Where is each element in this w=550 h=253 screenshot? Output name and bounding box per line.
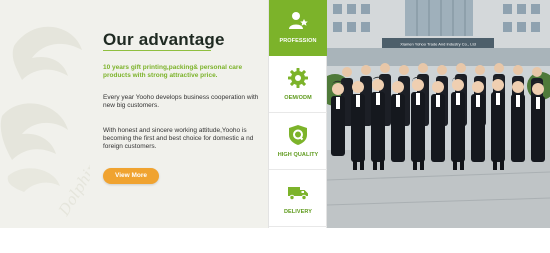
advantage-item-profession[interactable]: PROFESSION [269,0,333,56]
team-photo: Xiamen Yohoo Trade And Industry Co., Ltd [327,0,550,228]
advantage-item-delivery[interactable]: DELIVERY [269,171,327,227]
paragraph-attitude: With honest and sincere working attitude… [103,127,254,150]
advantage-text-panel: Dolphin Our advantage 10 years gift prin… [0,0,268,228]
quality-shield-icon [289,125,307,145]
view-more-button[interactable]: View More [103,168,159,184]
highlight-text: 10 years gift printing,packing& personal… [103,64,243,79]
advantage-label: PROFESSION [279,38,317,44]
advantage-item-oem-odm[interactable]: OEM/ODM [269,57,327,113]
section-title: Our advantage [103,30,225,49]
advantage-item-high-quality[interactable]: HIGH QUALITY [269,114,327,170]
title-underline [103,50,211,51]
team-photo-illustration: Xiamen Yohoo Trade And Industry Co., Ltd [327,0,550,228]
dolphin-watermark-icon: Dolphin [0,26,90,220]
advantage-label: OEM/ODM [284,95,312,101]
truck-icon [288,187,308,201]
gear-icon [288,68,308,88]
advantage-section: Dolphin Our advantage 10 years gift prin… [0,0,550,228]
svg-text:Dolphin: Dolphin [54,159,90,220]
advantage-label: HIGH QUALITY [277,152,319,158]
advantage-label: DELIVERY [283,209,313,215]
building-sign-text: Xiamen Yohoo Trade And Industry Co., Ltd [400,42,476,47]
team-icon [289,12,308,29]
paragraph-cooperation: Every year Yooho develops business coope… [103,94,259,109]
advantages-list: PROFESSION OEM/ODM HIGH QUALITY DELIVERY [268,0,333,228]
